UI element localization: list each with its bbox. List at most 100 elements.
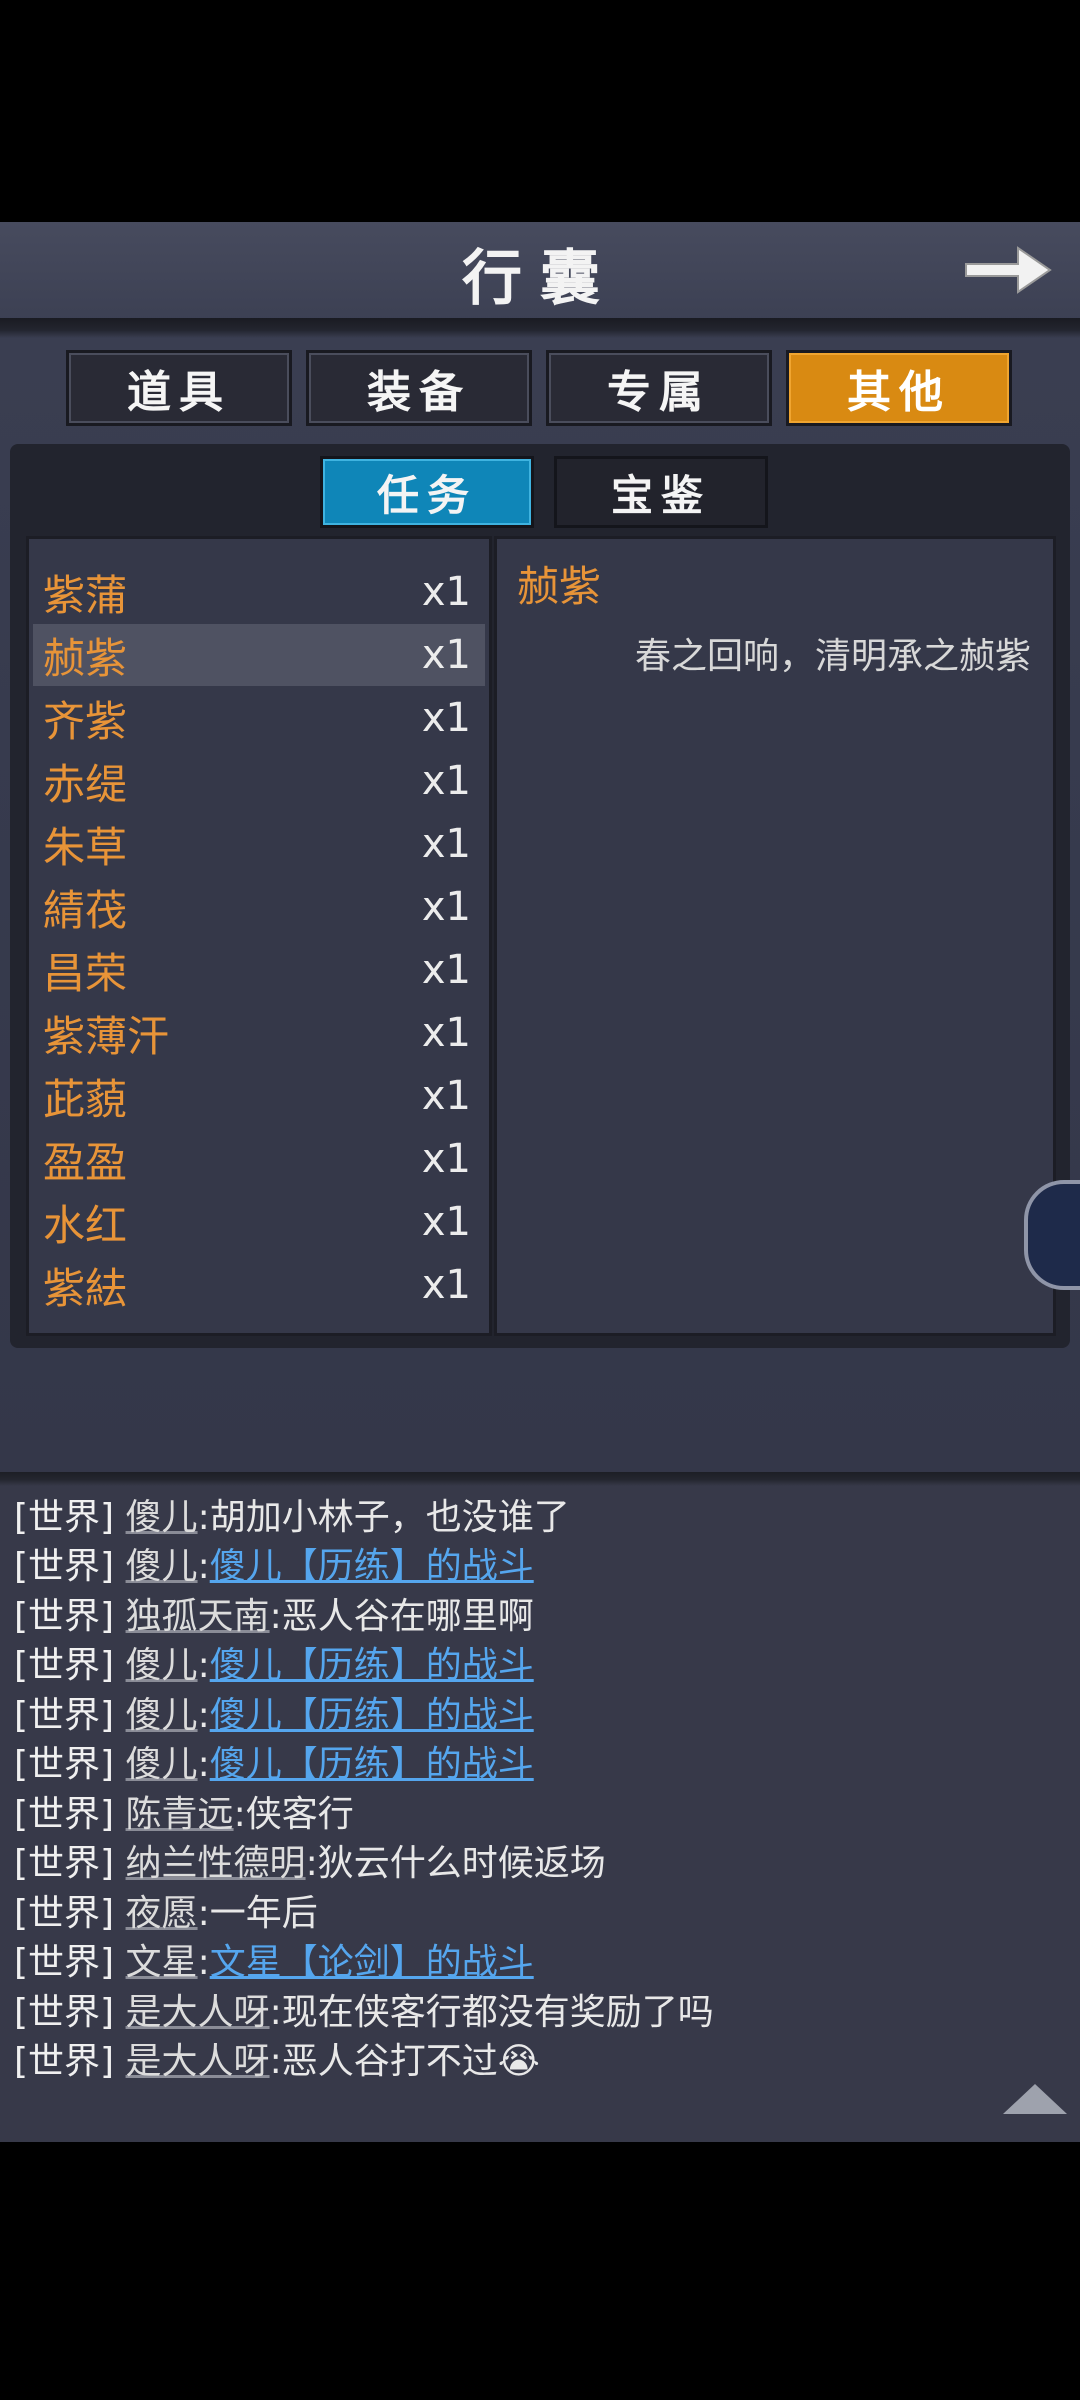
list-item[interactable]: 水红 x1 — [33, 1191, 485, 1253]
chat-message: [世界] 傻儿:胡加小林子，也没谁了 — [14, 1494, 570, 1542]
chat-separator: : — [269, 1992, 282, 2033]
item-name: 赤缇 — [43, 759, 128, 809]
chat-nickname[interactable]: 夜愿 — [126, 1893, 198, 1934]
chat-nickname[interactable]: 傻儿 — [126, 1744, 198, 1785]
chat-nickname[interactable]: 傻儿 — [126, 1695, 198, 1736]
item-quantity: x1 — [421, 1262, 471, 1308]
chat-message: [世界] 文星:文星【论剑】的战斗 — [14, 1939, 534, 1987]
item-name: 茈藐 — [43, 1074, 128, 1124]
item-quantity: x1 — [421, 1136, 471, 1182]
item-quantity: x1 — [421, 1199, 471, 1245]
list-item[interactable]: 赤缇 x1 — [33, 750, 485, 812]
chat-text: 恶人谷在哪里啊 — [281, 1596, 534, 1637]
item-name: 水红 — [43, 1200, 128, 1250]
chat-nickname[interactable]: 是大人呀 — [126, 1992, 270, 2033]
list-item[interactable]: 紫薄汗 x1 — [33, 1002, 485, 1064]
chat-separator: : — [197, 1695, 210, 1736]
chat-message: [世界] 独孤天南:恶人谷在哪里啊 — [14, 1593, 534, 1641]
chat-nickname[interactable]: 陈青远 — [126, 1794, 234, 1835]
item-quantity: x1 — [421, 1073, 471, 1119]
chat-channel: [世界] — [14, 2041, 115, 2082]
chat-separator: : — [197, 1645, 210, 1686]
list-item[interactable]: 綪茷 x1 — [33, 876, 485, 938]
chat-nickname[interactable]: 傻儿 — [126, 1546, 198, 1587]
item-name: 綪茷 — [43, 885, 128, 935]
chat-message: [世界] 傻儿:傻儿【历练】的战斗 — [14, 1692, 534, 1740]
chat-message: [世界] 纳兰性德明:狄云什么时候返场 — [14, 1840, 606, 1888]
chat-message: [世界] 傻儿:傻儿【历练】的战斗 — [14, 1642, 534, 1690]
item-name: 齐紫 — [43, 696, 128, 746]
list-item[interactable]: 齐紫 x1 — [33, 687, 485, 749]
chat-channel: [世界] — [14, 1645, 115, 1686]
item-name: 赪紫 — [43, 633, 128, 683]
chat-text: 现在侠客行都没有奖励了吗 — [281, 1992, 714, 2033]
item-name: 紫蒲 — [43, 570, 128, 620]
item-name: 昌荣 — [43, 948, 128, 998]
item-quantity: x1 — [421, 632, 471, 678]
item-list[interactable]: 紫蒲 x1 赪紫 x1 齐紫 x1 赤缇 x1 朱草 x1 綪茷 x1 昌荣 x… — [26, 536, 492, 1336]
battle-link[interactable]: 傻儿【历练】的战斗 — [210, 1744, 534, 1785]
chat-text: 恶人谷打不过😭 — [281, 2041, 540, 2082]
chat-log[interactable]: [世界] 傻儿:胡加小林子，也没谁了 [世界] 傻儿:傻儿【历练】的战斗 [世界… — [0, 1472, 1080, 2142]
scroll-up-icon[interactable] — [1003, 2084, 1067, 2114]
detail-item-name: 赪紫 — [517, 562, 602, 611]
title-bar: 行囊 — [0, 222, 1080, 338]
subtab-quest[interactable]: 任务 — [320, 456, 534, 528]
floating-menu-button[interactable] — [1024, 1180, 1080, 1290]
chat-channel: [世界] — [14, 1596, 115, 1637]
chat-nickname[interactable]: 傻儿 — [126, 1497, 198, 1538]
battle-link[interactable]: 傻儿【历练】的战斗 — [210, 1546, 534, 1587]
chat-channel: [世界] — [14, 1794, 115, 1835]
item-quantity: x1 — [421, 947, 471, 993]
back-arrow-icon[interactable] — [958, 230, 1058, 310]
chat-channel: [世界] — [14, 1497, 115, 1538]
chat-message: [世界] 是大人呀:现在侠客行都没有奖励了吗 — [14, 1989, 714, 2037]
chat-channel: [世界] — [14, 1893, 115, 1934]
inventory-panel: 行囊 道具 装备 专属 其他 任务 宝鉴 紫蒲 x1 赪紫 x1 齐紫 x1 赤… — [0, 222, 1080, 1472]
chat-separator: : — [197, 1497, 210, 1538]
chat-separator: : — [197, 1942, 210, 1983]
detail-item-description: 春之回响，清明承之赪紫 — [634, 636, 1031, 677]
chat-nickname[interactable]: 文星 — [126, 1942, 198, 1983]
list-item[interactable]: 昌荣 x1 — [33, 939, 485, 1001]
title-divider — [0, 318, 1080, 338]
chat-message: [世界] 夜愿:一年后 — [14, 1890, 318, 1938]
list-item[interactable]: 盈盈 x1 — [33, 1128, 485, 1190]
chat-channel: [世界] — [14, 1992, 115, 2033]
battle-link[interactable]: 傻儿【历练】的战斗 — [210, 1645, 534, 1686]
subtab-treasure-book[interactable]: 宝鉴 — [554, 456, 768, 528]
item-name: 紫紶 — [43, 1263, 128, 1313]
tab-equipment[interactable]: 装备 — [306, 350, 532, 426]
item-quantity: x1 — [421, 1010, 471, 1056]
battle-link[interactable]: 傻儿【历练】的战斗 — [210, 1695, 534, 1736]
item-quantity: x1 — [421, 569, 471, 615]
battle-link[interactable]: 文星【论剑】的战斗 — [210, 1942, 534, 1983]
chat-separator: : — [197, 1546, 210, 1587]
chat-message: [世界] 傻儿:傻儿【历练】的战斗 — [14, 1741, 534, 1789]
tab-exclusive[interactable]: 专属 — [546, 350, 772, 426]
chat-text: 狄云什么时候返场 — [317, 1843, 606, 1884]
list-item[interactable]: 茈藐 x1 — [33, 1065, 485, 1127]
list-item[interactable]: 朱草 x1 — [33, 813, 485, 875]
chat-message: [世界] 是大人呀:恶人谷打不过😭 — [14, 2038, 540, 2086]
chat-nickname[interactable]: 独孤天南 — [126, 1596, 270, 1637]
chat-text: 一年后 — [209, 1893, 318, 1934]
chat-separator: : — [269, 2041, 282, 2082]
chat-nickname[interactable]: 傻儿 — [126, 1645, 198, 1686]
list-item[interactable]: 紫紶 x1 — [33, 1254, 485, 1316]
chat-channel: [世界] — [14, 1843, 115, 1884]
chat-separator: : — [197, 1893, 210, 1934]
chat-nickname[interactable]: 是大人呀 — [126, 2041, 270, 2082]
chat-channel: [世界] — [14, 1942, 115, 1983]
item-name: 紫薄汗 — [43, 1011, 170, 1061]
chat-text: 胡加小林子，也没谁了 — [209, 1497, 570, 1538]
tab-other[interactable]: 其他 — [786, 350, 1012, 426]
item-quantity: x1 — [421, 695, 471, 741]
list-item[interactable]: 紫蒲 x1 — [33, 561, 485, 623]
chat-channel: [世界] — [14, 1695, 115, 1736]
item-name: 盈盈 — [43, 1137, 128, 1187]
list-item-selected[interactable]: 赪紫 x1 — [33, 624, 485, 686]
category-tabs: 道具 装备 专属 其他 — [66, 350, 1016, 426]
tab-items[interactable]: 道具 — [66, 350, 292, 426]
chat-nickname[interactable]: 纳兰性德明 — [126, 1843, 306, 1884]
